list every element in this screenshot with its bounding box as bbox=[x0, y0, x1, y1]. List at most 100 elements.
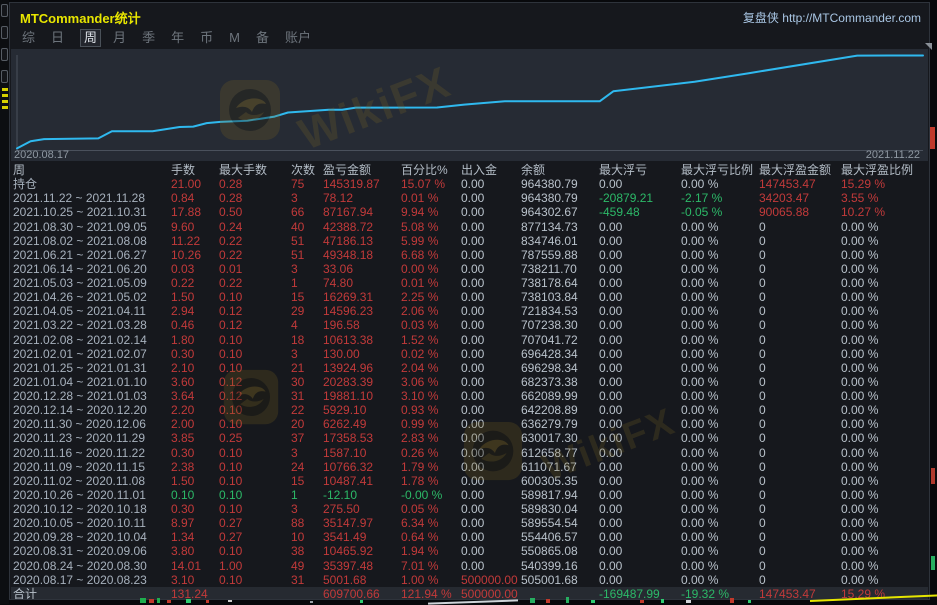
table-row-week[interactable]: 2021.05.03 ~ 2021.05.090.220.22174.800.0… bbox=[11, 276, 928, 290]
table-row-week[interactable]: 2021.02.01 ~ 2021.02.070.300.103130.000.… bbox=[11, 347, 928, 361]
stats-table: 周手数最大手数次数盈亏金额百分比%出入金余额最大浮亏最大浮亏比例最大浮盈金额最大… bbox=[11, 163, 928, 599]
table-row-week[interactable]: 2021.11.22 ~ 2021.11.280.840.28378.120.0… bbox=[11, 191, 928, 205]
menu-item-年[interactable]: 年 bbox=[171, 29, 184, 47]
background-artifact bbox=[310, 601, 313, 603]
cell: 0.03 % bbox=[401, 318, 461, 332]
menu-item-备[interactable]: 备 bbox=[256, 29, 269, 47]
table-row-week[interactable]: 2021.08.02 ~ 2021.08.0811.220.225147186.… bbox=[11, 234, 928, 248]
cell: 0.10 bbox=[219, 488, 291, 502]
table-row-week[interactable]: 2020.08.24 ~ 2020.08.3014.011.004935397.… bbox=[11, 559, 928, 573]
background-artifact bbox=[1, 26, 8, 39]
cell: 609700.66 bbox=[323, 587, 401, 599]
table-row-week[interactable]: 2020.08.17 ~ 2020.08.233.100.10315001.68… bbox=[11, 573, 928, 587]
menu-item-综[interactable]: 综 bbox=[22, 29, 35, 47]
background-artifact bbox=[2, 106, 8, 109]
cell: 0.00 bbox=[599, 460, 681, 474]
table-row-week[interactable]: 2020.08.31 ~ 2020.09.063.800.103810465.9… bbox=[11, 544, 928, 558]
cell: 738178.64 bbox=[521, 276, 599, 290]
cell: 8.97 bbox=[171, 516, 219, 530]
cell: 0.24 bbox=[219, 220, 291, 234]
table-row-total[interactable]: 合计131.24609700.66121.94 %500000.00-16948… bbox=[11, 587, 928, 599]
table-row-week[interactable]: 2020.12.28 ~ 2021.01.033.640.123119881.1… bbox=[11, 389, 928, 403]
cell: 1.80 bbox=[171, 333, 219, 347]
cell: 0.00 % bbox=[841, 347, 928, 361]
table-row-week[interactable]: 2020.11.09 ~ 2020.11.152.380.102410766.3… bbox=[11, 460, 928, 474]
cell: 0.00 bbox=[461, 474, 521, 488]
cell: 38 bbox=[291, 544, 323, 558]
table-row-week[interactable]: 2021.06.14 ~ 2021.06.200.030.01333.060.0… bbox=[11, 262, 928, 276]
menu-item-币[interactable]: 币 bbox=[200, 29, 213, 47]
cell: 0.00 % bbox=[841, 431, 928, 445]
cell: 0.00 % bbox=[681, 290, 759, 304]
cell: 31 bbox=[291, 389, 323, 403]
cell: 1.78 % bbox=[401, 474, 461, 488]
cell: 9.94 % bbox=[401, 205, 461, 219]
cell: 出入金 bbox=[461, 163, 521, 177]
table-row-week[interactable]: 2020.11.23 ~ 2020.11.293.850.253717358.5… bbox=[11, 431, 928, 445]
menu-item-季[interactable]: 季 bbox=[142, 29, 155, 47]
cell: 0.00 bbox=[599, 375, 681, 389]
background-artifact bbox=[1, 70, 8, 83]
cell: 盈亏金额 bbox=[323, 163, 401, 177]
table-row-week[interactable]: 2020.10.26 ~ 2020.11.010.100.101-12.10-0… bbox=[11, 488, 928, 502]
table-row-week[interactable]: 2020.09.28 ~ 2020.10.041.340.27103541.49… bbox=[11, 530, 928, 544]
cell: 2021.01.25 ~ 2021.01.31 bbox=[13, 361, 171, 375]
table-row-week[interactable]: 2021.10.25 ~ 2021.10.3117.880.506687167.… bbox=[11, 205, 928, 219]
cell: 0.00 % bbox=[681, 177, 759, 191]
cell: 131.24 bbox=[171, 587, 219, 599]
menu-item-M[interactable]: M bbox=[229, 29, 240, 47]
cell: 0.00 bbox=[599, 417, 681, 431]
cell: 0.00 bbox=[599, 403, 681, 417]
cell: 0.00 % bbox=[681, 389, 759, 403]
table-row-week[interactable]: 2020.10.05 ~ 2020.10.118.970.278835147.9… bbox=[11, 516, 928, 530]
background-artifact bbox=[530, 598, 535, 603]
menu-item-账户[interactable]: 账户 bbox=[285, 29, 311, 47]
table-row-week[interactable]: 2020.11.02 ~ 2020.11.081.500.101510487.4… bbox=[11, 474, 928, 488]
cell: 0.00 % bbox=[681, 361, 759, 375]
cell: 787559.88 bbox=[521, 248, 599, 262]
cell: 0.00 % bbox=[681, 530, 759, 544]
cell: 0.46 bbox=[171, 318, 219, 332]
cell: 0.28 bbox=[219, 177, 291, 191]
cell: 0.00 % bbox=[841, 417, 928, 431]
cell: 3.64 bbox=[171, 389, 219, 403]
cell: 2021.06.14 ~ 2021.06.20 bbox=[13, 262, 171, 276]
cell: 4 bbox=[291, 318, 323, 332]
cell: 0.00 bbox=[599, 502, 681, 516]
table-row-week[interactable]: 2021.06.21 ~ 2021.06.2710.260.225149348.… bbox=[11, 248, 928, 262]
brand-link[interactable]: 复盘侠 http://MTCommander.com bbox=[743, 9, 921, 26]
cell: 0.00 bbox=[461, 389, 521, 403]
table-row-week[interactable]: 2020.12.14 ~ 2020.12.202.200.10225929.10… bbox=[11, 403, 928, 417]
table-row-week[interactable]: 2020.10.12 ~ 2020.10.180.300.103275.500.… bbox=[11, 502, 928, 516]
table-row-week[interactable]: 2021.04.05 ~ 2021.04.112.940.122914596.2… bbox=[11, 304, 928, 318]
table-row-week[interactable]: 2020.11.16 ~ 2020.11.220.300.1031587.100… bbox=[11, 446, 928, 460]
table-row-week[interactable]: 2021.02.08 ~ 2021.02.141.800.101810613.3… bbox=[11, 333, 928, 347]
cell: 10487.41 bbox=[323, 474, 401, 488]
cell: 2.38 bbox=[171, 460, 219, 474]
cell: 0.00 % bbox=[841, 361, 928, 375]
table-row-week[interactable]: 2021.08.30 ~ 2021.09.059.600.244042388.7… bbox=[11, 220, 928, 234]
table-row-week[interactable]: 2021.04.26 ~ 2021.05.021.500.101516269.3… bbox=[11, 290, 928, 304]
table-row-week[interactable]: 2021.01.25 ~ 2021.01.312.100.102113924.9… bbox=[11, 361, 928, 375]
cell: 0.10 bbox=[219, 544, 291, 558]
cell: 0.27 bbox=[219, 516, 291, 530]
table-row-week[interactable]: 2021.03.22 ~ 2021.03.280.460.124196.580.… bbox=[11, 318, 928, 332]
cell: 1.34 bbox=[171, 530, 219, 544]
cell: -0.00 % bbox=[401, 488, 461, 502]
cell: 0.00 % bbox=[841, 502, 928, 516]
cell: 0.00 bbox=[599, 290, 681, 304]
cell: 0 bbox=[759, 304, 841, 318]
menu-item-月[interactable]: 月 bbox=[113, 29, 126, 47]
cell: 2021.08.30 ~ 2021.09.05 bbox=[13, 220, 171, 234]
table-row-week[interactable]: 2021.01.04 ~ 2021.01.103.600.123020283.3… bbox=[11, 375, 928, 389]
cell: 88 bbox=[291, 516, 323, 530]
menu-item-日[interactable]: 日 bbox=[51, 29, 64, 47]
table-row-open[interactable]: 持仓21.000.2875145319.8715.07 %0.00964380.… bbox=[11, 177, 928, 191]
table-row-week[interactable]: 2020.11.30 ~ 2020.12.062.000.10206262.49… bbox=[11, 417, 928, 431]
cell: 0.00 % bbox=[681, 488, 759, 502]
cell: 19881.10 bbox=[323, 389, 401, 403]
cell: 33.06 bbox=[323, 262, 401, 276]
menu-item-周[interactable]: 周 bbox=[80, 29, 101, 47]
cell: 696428.34 bbox=[521, 347, 599, 361]
cell: 2020.11.02 ~ 2020.11.08 bbox=[13, 474, 171, 488]
